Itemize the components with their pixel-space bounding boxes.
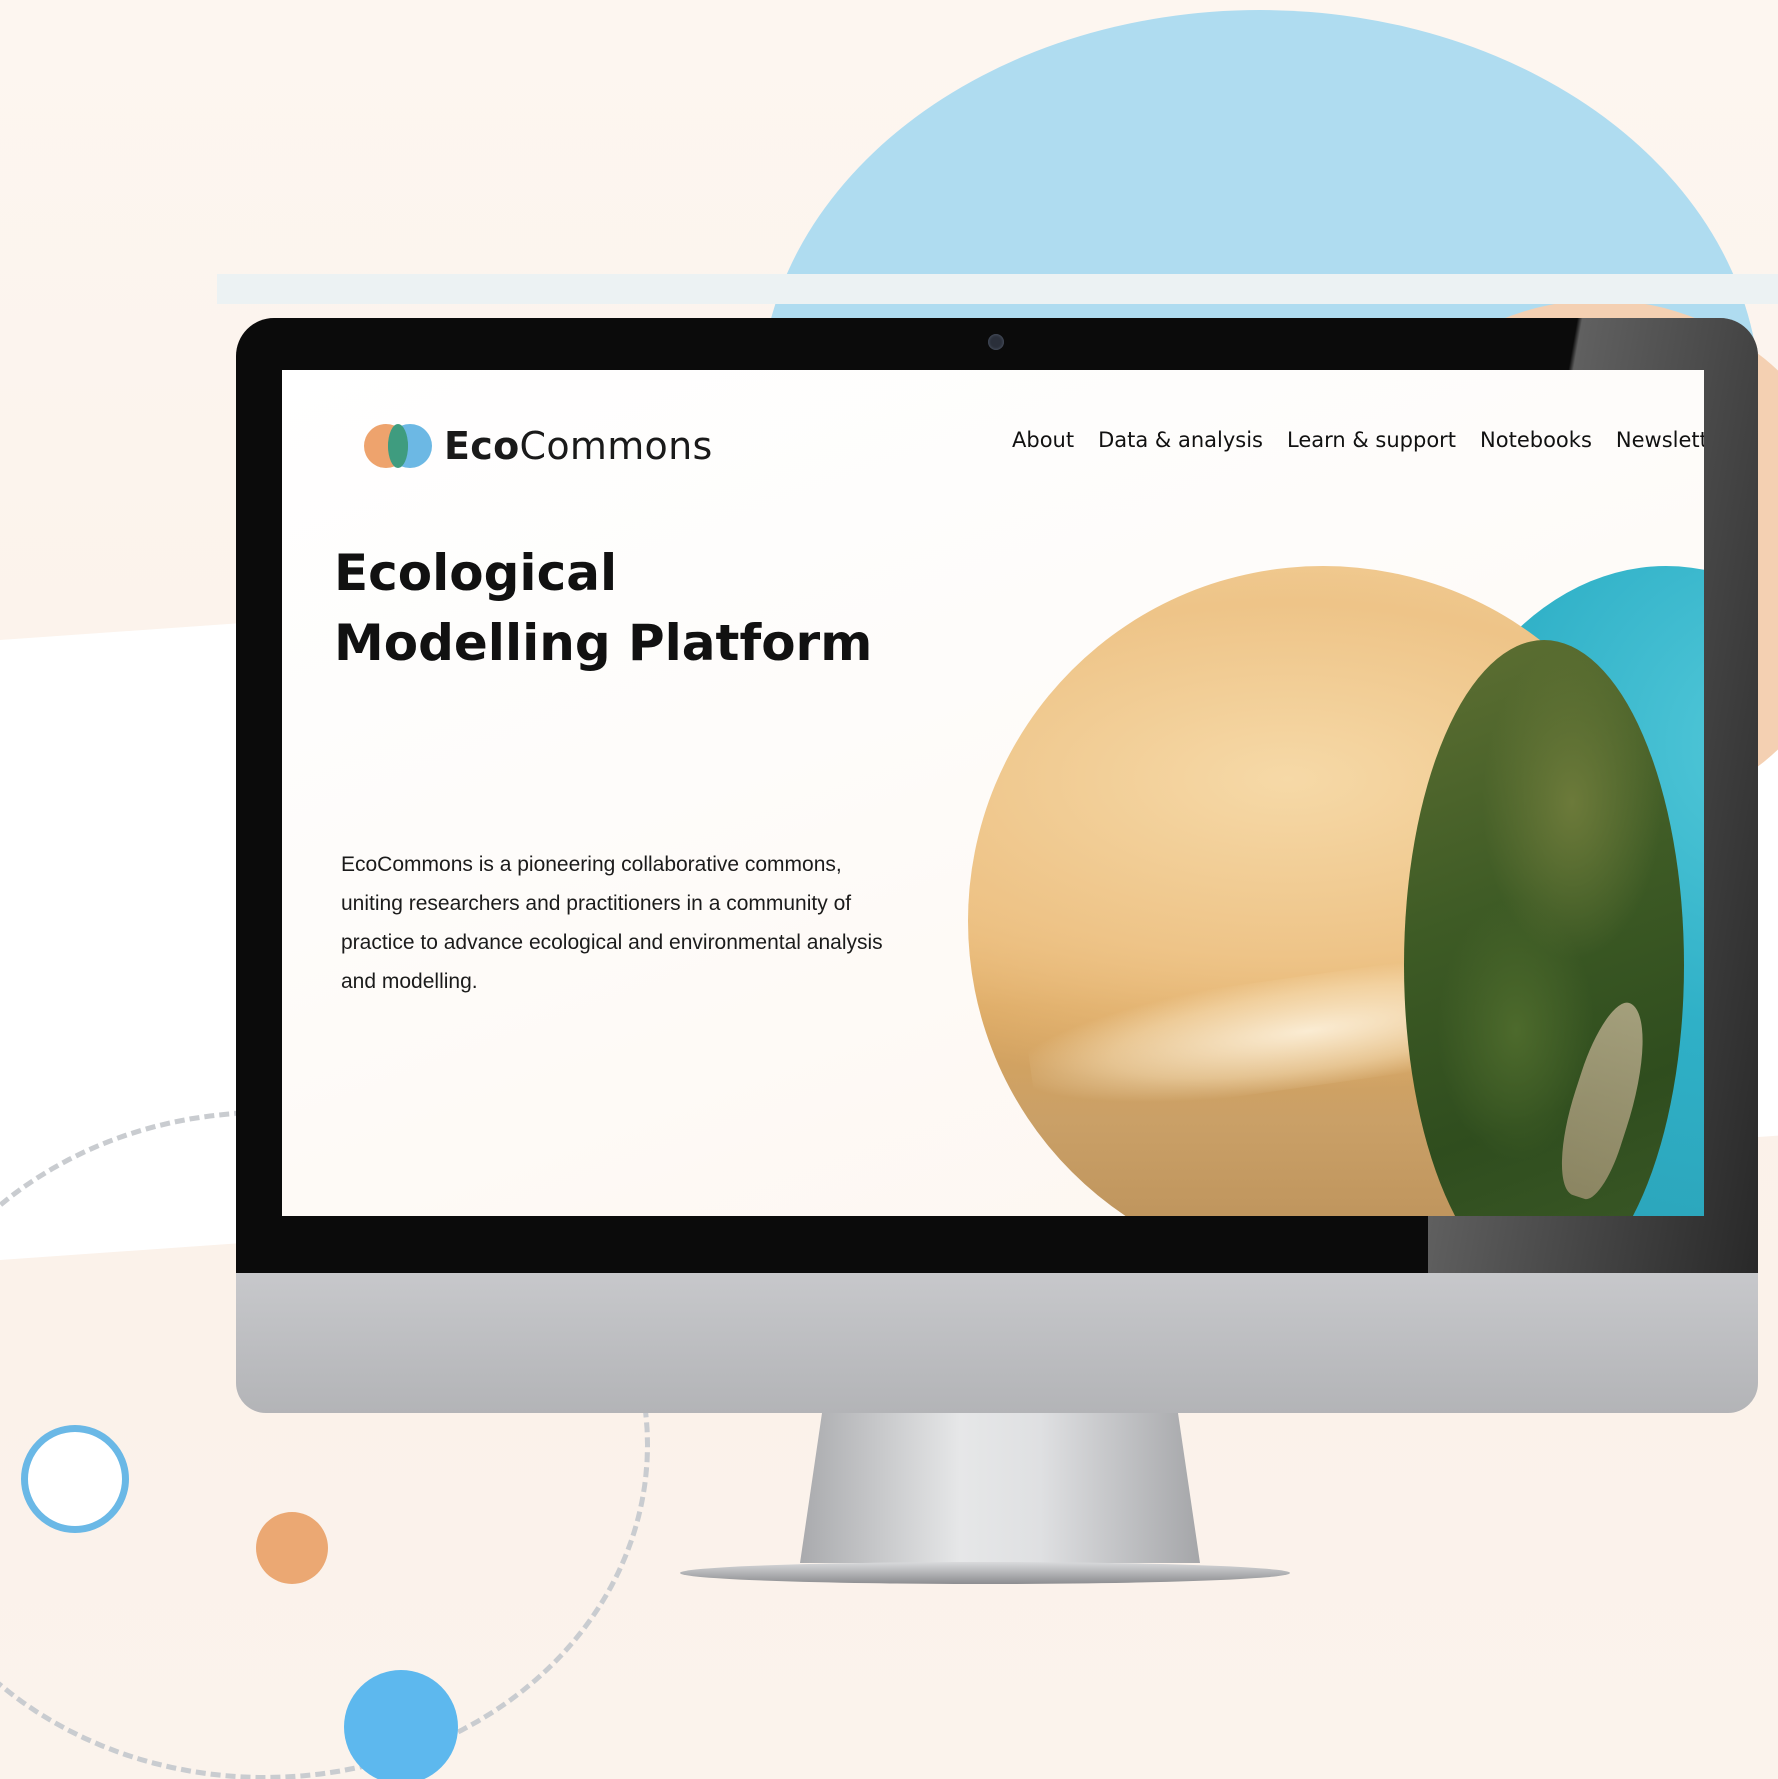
hero-description: EcoCommons is a pioneering collaborative…	[341, 853, 883, 993]
logo-light-text: Commons	[519, 424, 713, 468]
monitor-stand	[800, 1413, 1200, 1563]
website-screen: EcoCommons About Data & analysis Learn &…	[282, 370, 1704, 1216]
scene: EcoCommons About Data & analysis Learn &…	[0, 0, 1778, 1779]
site-logo[interactable]: EcoCommons	[364, 422, 713, 470]
monitor-base	[680, 1562, 1290, 1584]
nav-item-newsletter[interactable]: Newslett	[1616, 428, 1704, 452]
logo-bold-text: Eco	[444, 424, 520, 468]
blue-dot	[344, 1670, 458, 1779]
monitor-chin	[236, 1273, 1758, 1413]
orange-dot	[256, 1512, 328, 1584]
nav-item-notebooks[interactable]: Notebooks	[1480, 428, 1592, 452]
ring-dot	[21, 1425, 129, 1533]
nav-item-data-analysis[interactable]: Data & analysis	[1098, 428, 1263, 452]
hero-title: Ecological Modelling Platform	[334, 544, 873, 672]
nav-item-learn-support[interactable]: Learn & support	[1287, 428, 1456, 452]
main-nav: About Data & analysis Learn & support No…	[1012, 428, 1704, 452]
ecocommons-logo-icon	[364, 422, 434, 470]
cliff-detail	[1544, 995, 1664, 1205]
background-strip	[217, 274, 1778, 304]
nav-item-about[interactable]: About	[1012, 428, 1074, 452]
logo-wordmark: EcoCommons	[444, 424, 713, 468]
camera-icon	[988, 334, 1004, 350]
